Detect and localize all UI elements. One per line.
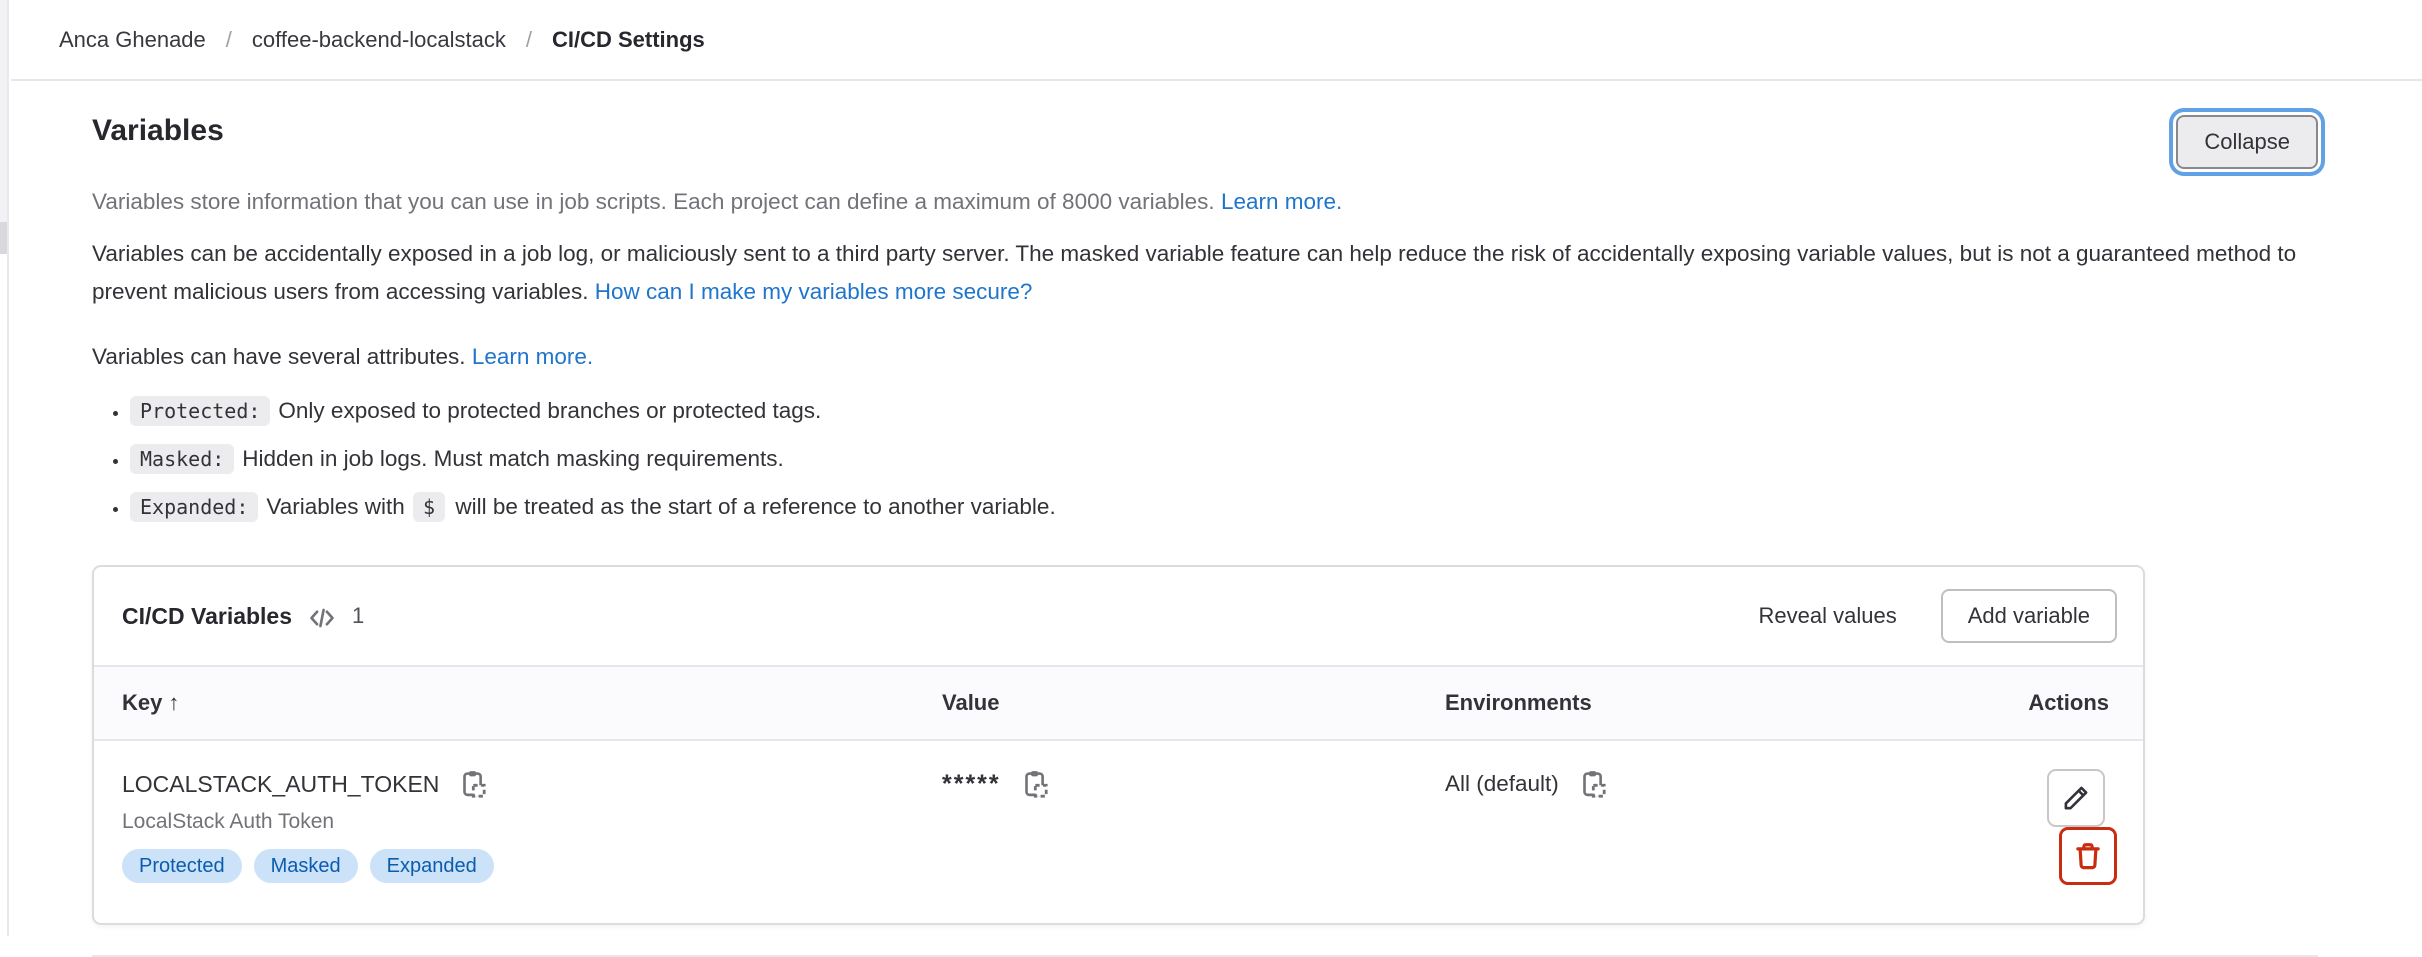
- cicd-variables-card: CI/CD Variables 1 Reveal values Add vari…: [92, 565, 2145, 925]
- variable-count: 1: [352, 603, 364, 629]
- list-item-expanded: Expanded: Variables with $ will be treate…: [130, 489, 2328, 525]
- add-variable-button[interactable]: Add variable: [1941, 589, 2117, 643]
- pencil-icon: [2061, 783, 2091, 813]
- scrollbar-thumb[interactable]: [0, 222, 7, 254]
- breadcrumb-separator: /: [526, 27, 532, 53]
- column-header-environments: Environments: [1445, 666, 2005, 740]
- badge-protected: Protected: [122, 849, 242, 883]
- breadcrumb: Anca Ghenade / coffee-backend-localstack…: [11, 0, 2422, 81]
- protected-description: Only exposed to protected branches or pr…: [278, 398, 821, 423]
- variables-warning-text: Variables can be accidentally exposed in…: [92, 235, 2328, 311]
- settings-section-variables: Variables Collapse Variables store infor…: [0, 111, 2422, 957]
- code-icon: [308, 604, 336, 632]
- page-left-edge: [0, 0, 9, 936]
- sort-ascending-icon: ↑: [168, 690, 179, 715]
- environment-scope: All (default): [1445, 771, 1559, 797]
- masked-code-chip: Masked:: [130, 444, 234, 474]
- expanded-code-chip: Expanded:: [130, 492, 258, 522]
- protected-code-chip: Protected:: [130, 396, 270, 426]
- attributes-text: Variables can have several attributes.: [92, 344, 466, 369]
- masked-value: *****: [942, 770, 1001, 799]
- breadcrumb-namespace[interactable]: Anca Ghenade: [59, 27, 206, 53]
- trash-icon: [2073, 841, 2103, 871]
- badge-masked: Masked: [254, 849, 358, 883]
- expanded-description-before: Variables with: [266, 494, 404, 519]
- breadcrumb-separator: /: [226, 27, 232, 53]
- learn-more-link[interactable]: Learn more.: [1221, 189, 1342, 214]
- column-header-key[interactable]: Key↑: [94, 666, 942, 740]
- dollar-code-chip: $: [413, 492, 445, 522]
- badge-expanded: Expanded: [370, 849, 494, 883]
- table-header-row: Key↑ Value Environments Actions: [94, 666, 2143, 740]
- list-item-masked: Masked: Hidden in job logs. Must match ma…: [130, 441, 2328, 477]
- masked-description: Hidden in job logs. Must match masking r…: [242, 446, 784, 471]
- variable-key: LOCALSTACK_AUTH_TOKEN: [122, 771, 439, 798]
- card-title: CI/CD Variables: [122, 603, 292, 630]
- column-header-actions: Actions: [2005, 666, 2143, 740]
- variables-attributes-text: Variables can have several attributes. L…: [92, 339, 2328, 375]
- copy-value-button[interactable]: [1019, 769, 1049, 799]
- variables-table: Key↑ Value Environments Actions LOCALSTA…: [94, 665, 2143, 923]
- warning-text: Variables can be accidentally exposed in…: [92, 241, 2296, 304]
- variable-description: LocalStack Auth Token: [122, 810, 942, 834]
- secure-variables-link[interactable]: How can I make my variables more secure?: [595, 279, 1033, 304]
- attributes-learn-more-link[interactable]: Learn more.: [472, 344, 593, 369]
- page-title: Variables: [92, 111, 224, 151]
- expanded-description-after: will be treated as the start of a refere…: [455, 494, 1055, 519]
- breadcrumb-current-page: CI/CD Settings: [552, 27, 705, 53]
- edit-variable-button[interactable]: [2047, 769, 2105, 827]
- table-row: LOCALSTACK_AUTH_TOKEN LocalStack Auth To…: [94, 740, 2143, 923]
- copy-key-button[interactable]: [457, 769, 487, 799]
- collapse-button[interactable]: Collapse: [2176, 115, 2318, 169]
- attribute-list: Protected: Only exposed to protected bran…: [92, 393, 2328, 525]
- variable-badges: Protected Masked Expanded: [122, 849, 942, 883]
- list-item-protected: Protected: Only exposed to protected bran…: [130, 393, 2328, 429]
- key-header-label: Key: [122, 690, 162, 715]
- variables-intro-text: Variables store information that you can…: [92, 185, 2328, 219]
- scroll-track: [0, 0, 7, 222]
- column-header-value: Value: [942, 666, 1445, 740]
- copy-environment-button[interactable]: [1577, 769, 1607, 799]
- intro-text: Variables store information that you can…: [92, 189, 1215, 214]
- breadcrumb-project[interactable]: coffee-backend-localstack: [252, 27, 506, 53]
- reveal-values-button[interactable]: Reveal values: [1741, 591, 1915, 641]
- delete-variable-button[interactable]: [2059, 827, 2117, 885]
